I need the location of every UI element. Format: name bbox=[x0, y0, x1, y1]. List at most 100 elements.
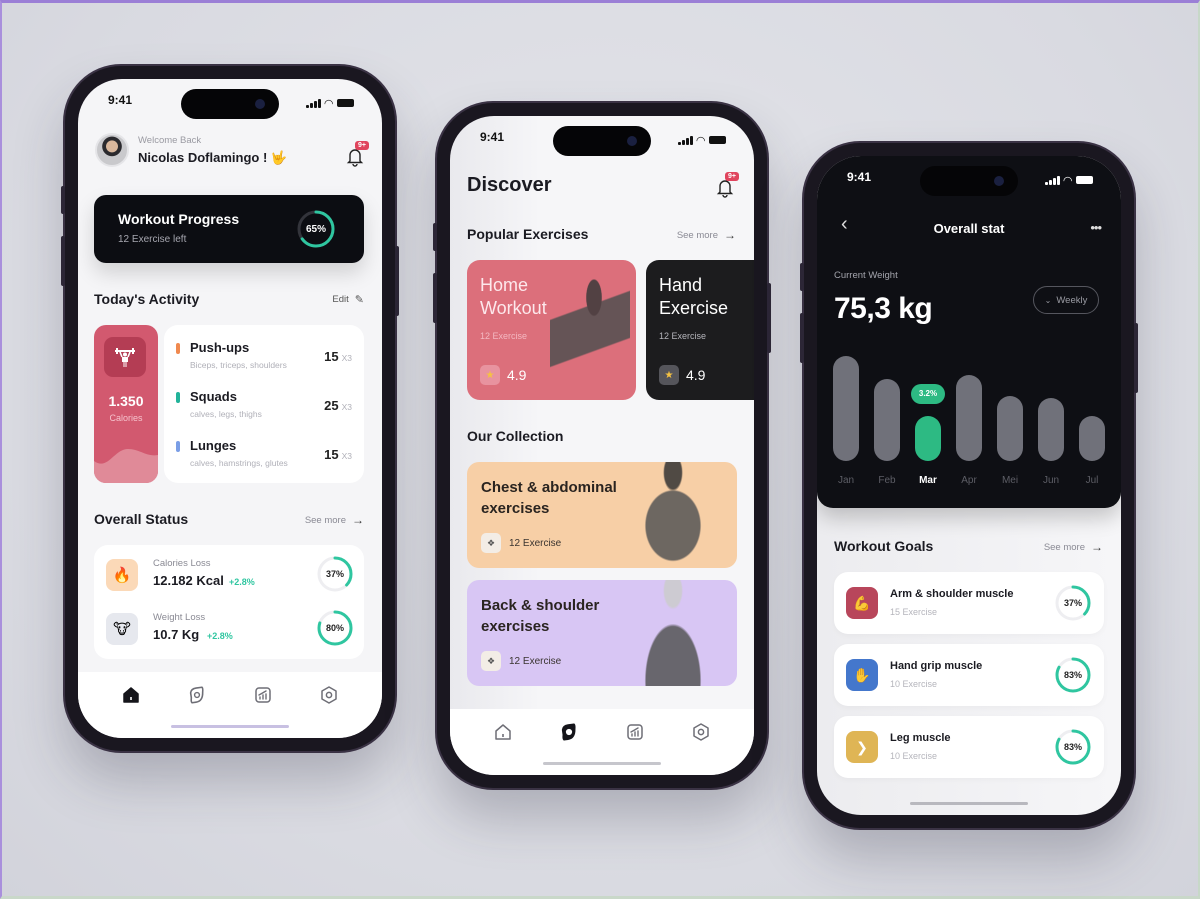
collection-figure-image bbox=[623, 462, 723, 568]
card-title: Home Workout bbox=[480, 274, 547, 320]
wifi-icon: ◠ bbox=[1063, 174, 1072, 187]
activity-reps: 15 X3 bbox=[324, 447, 352, 462]
overall-see-more-link[interactable]: See more → bbox=[305, 513, 364, 527]
see-more-label: See more bbox=[304, 514, 346, 526]
signal-icon bbox=[306, 98, 321, 108]
fire-icon: 🔥 bbox=[106, 559, 138, 591]
home-icon bbox=[121, 685, 141, 710]
phone-home: 9:41 ◠ Welcome Back Nicolas Doflamingo !… bbox=[61, 66, 399, 751]
nav-tab-discover[interactable] bbox=[186, 685, 208, 708]
workout-goal-card[interactable]: 💪 Arm & shoulder muscle 15 Exercise 37% bbox=[834, 572, 1104, 634]
workout-progress-subtitle: 12 Exercise left bbox=[118, 234, 187, 245]
home-indicator bbox=[543, 762, 661, 765]
chart-month-label: Mar bbox=[919, 475, 937, 486]
workout-goal-card[interactable]: ✋ Hand grip muscle 10 Exercise 83% bbox=[834, 644, 1104, 706]
side-button bbox=[395, 246, 399, 316]
goal-progress-ring: 83% bbox=[1054, 656, 1092, 694]
chart-bar-jan[interactable] bbox=[833, 356, 859, 461]
dynamic-island bbox=[920, 166, 1018, 196]
goal-percent: 37% bbox=[1063, 598, 1082, 608]
hand-icon: ✋ bbox=[846, 659, 878, 691]
nav-tab-settings[interactable] bbox=[690, 722, 712, 745]
arrow-right-icon: → bbox=[352, 513, 364, 527]
workout-goal-card[interactable]: ❯ Leg muscle 10 Exercise 83% bbox=[834, 716, 1104, 778]
nav-tab-home[interactable] bbox=[120, 686, 142, 708]
card-title-line2: Exercise bbox=[659, 298, 729, 318]
stats-icon bbox=[253, 685, 273, 710]
chart-month-label: Jul bbox=[1085, 475, 1099, 486]
card-title-line1: Hand bbox=[659, 275, 703, 295]
side-button bbox=[61, 186, 65, 214]
activity-item[interactable]: Push-ups Biceps, triceps, shoulders 15 X3 bbox=[164, 337, 364, 381]
chart-bar-mei[interactable] bbox=[997, 395, 1023, 461]
collection-card[interactable]: Back & shoulder exercises ❖ 12 Exercise bbox=[467, 580, 737, 686]
popular-exercise-card[interactable]: Hand Exercise 12 Exercise ★ 4.9 bbox=[646, 260, 754, 400]
bell-icon bbox=[716, 180, 734, 198]
arrow-right-icon: → bbox=[1091, 540, 1103, 554]
leg-icon: ❯ bbox=[846, 731, 878, 763]
bottom-nav bbox=[450, 709, 754, 775]
star-icon: ★ bbox=[659, 365, 679, 385]
edit-button[interactable]: Edit ✎ bbox=[332, 293, 364, 306]
goal-exercise-count: 15 Exercise bbox=[890, 607, 938, 617]
status-percent: 80% bbox=[325, 623, 344, 633]
status-value: 12.182 Kcal bbox=[153, 573, 224, 588]
more-options-button[interactable]: ••• bbox=[1090, 220, 1102, 235]
chart-bar-mar[interactable] bbox=[915, 415, 941, 461]
card-exercise-count: 12 Exercise bbox=[659, 331, 707, 341]
nav-tab-home[interactable] bbox=[492, 723, 514, 745]
battery-icon bbox=[1076, 176, 1093, 184]
sets-count: X3 bbox=[341, 353, 352, 363]
popular-see-more-link[interactable]: See more → bbox=[677, 228, 736, 242]
chart-month-label: Mei bbox=[1001, 475, 1019, 486]
activity-color-marker bbox=[176, 343, 180, 354]
activity-item[interactable]: Lunges calves, hamstrings, glutes 15 X3 bbox=[164, 435, 364, 479]
avatar[interactable] bbox=[95, 133, 129, 167]
status-time: 9:41 bbox=[847, 170, 872, 184]
status-time: 9:41 bbox=[480, 130, 505, 144]
nav-tab-settings[interactable] bbox=[318, 685, 340, 710]
chart-bar-jul[interactable] bbox=[1079, 415, 1105, 461]
current-weight-label: Current Weight bbox=[834, 270, 898, 281]
notification-badge: 9+ bbox=[355, 141, 369, 150]
wifi-icon: ◠ bbox=[696, 134, 705, 147]
card-exercise-count: 12 Exercise bbox=[480, 331, 528, 341]
period-dropdown[interactable]: ⌄ Weekly bbox=[1033, 286, 1099, 314]
notification-badge: 9+ bbox=[725, 172, 739, 181]
chart-bar-jun[interactable] bbox=[1038, 398, 1064, 461]
activity-list: Push-ups Biceps, triceps, shoulders 15 X3 Sq… bbox=[164, 325, 364, 483]
status-item[interactable]: 🔥 Calories Loss 12.182 Kcal +2.8% 37% bbox=[94, 553, 364, 603]
collection-count: ❖ 12 Exercise bbox=[481, 651, 561, 671]
chart-bar-apr[interactable] bbox=[956, 374, 982, 461]
collection-card[interactable]: Chest & abdominal exercises ❖ 12 Exercise bbox=[467, 462, 737, 568]
activity-muscles: calves, hamstrings, glutes bbox=[190, 458, 288, 468]
nav-tab-stats[interactable] bbox=[624, 723, 646, 745]
card-title-line2: Workout bbox=[480, 298, 547, 318]
settings-icon bbox=[319, 685, 339, 710]
dumbbell-icon: ❖ bbox=[481, 533, 501, 553]
popular-exercise-card[interactable]: Home Workout 12 Exercise ★ 4.9 bbox=[467, 260, 636, 400]
notification-button[interactable]: 9+ bbox=[716, 172, 739, 198]
nav-tab-discover[interactable] bbox=[558, 722, 580, 745]
nav-tab-stats[interactable] bbox=[252, 686, 274, 708]
card-title: Hand Exercise bbox=[659, 274, 728, 320]
popular-exercises-carousel[interactable]: Home Workout 12 Exercise ★ 4.9 Hand Exercise 12… bbox=[467, 260, 754, 400]
status-item[interactable]: 🐮 Weight Loss 10.7 Kg +2.8% 80% bbox=[94, 607, 364, 657]
reps-count: 15 bbox=[324, 447, 339, 462]
activity-item[interactable]: Squads calves, legs, thighs 25 X3 bbox=[164, 386, 364, 430]
chart-bar-feb[interactable] bbox=[874, 379, 900, 461]
status-percent: 37% bbox=[325, 569, 344, 579]
side-button bbox=[433, 273, 437, 323]
current-weight-value: 75,3 kg bbox=[834, 292, 933, 325]
activity-muscles: Biceps, triceps, shoulders bbox=[190, 360, 287, 370]
sets-count: X3 bbox=[341, 402, 352, 412]
activity-title: Today's Activity bbox=[94, 291, 200, 307]
collection-title: Back & shoulder exercises bbox=[481, 595, 599, 637]
goal-percent: 83% bbox=[1063, 670, 1082, 680]
page-title: Overall stat bbox=[933, 221, 1005, 236]
goals-see-more-link[interactable]: See more → bbox=[1044, 540, 1103, 554]
bell-icon bbox=[346, 149, 364, 167]
notification-button[interactable]: 9+ bbox=[346, 141, 369, 167]
workout-progress-card[interactable]: Workout Progress 12 Exercise left 65% bbox=[94, 195, 364, 263]
calories-card[interactable]: 1.350 Calories bbox=[94, 325, 158, 483]
